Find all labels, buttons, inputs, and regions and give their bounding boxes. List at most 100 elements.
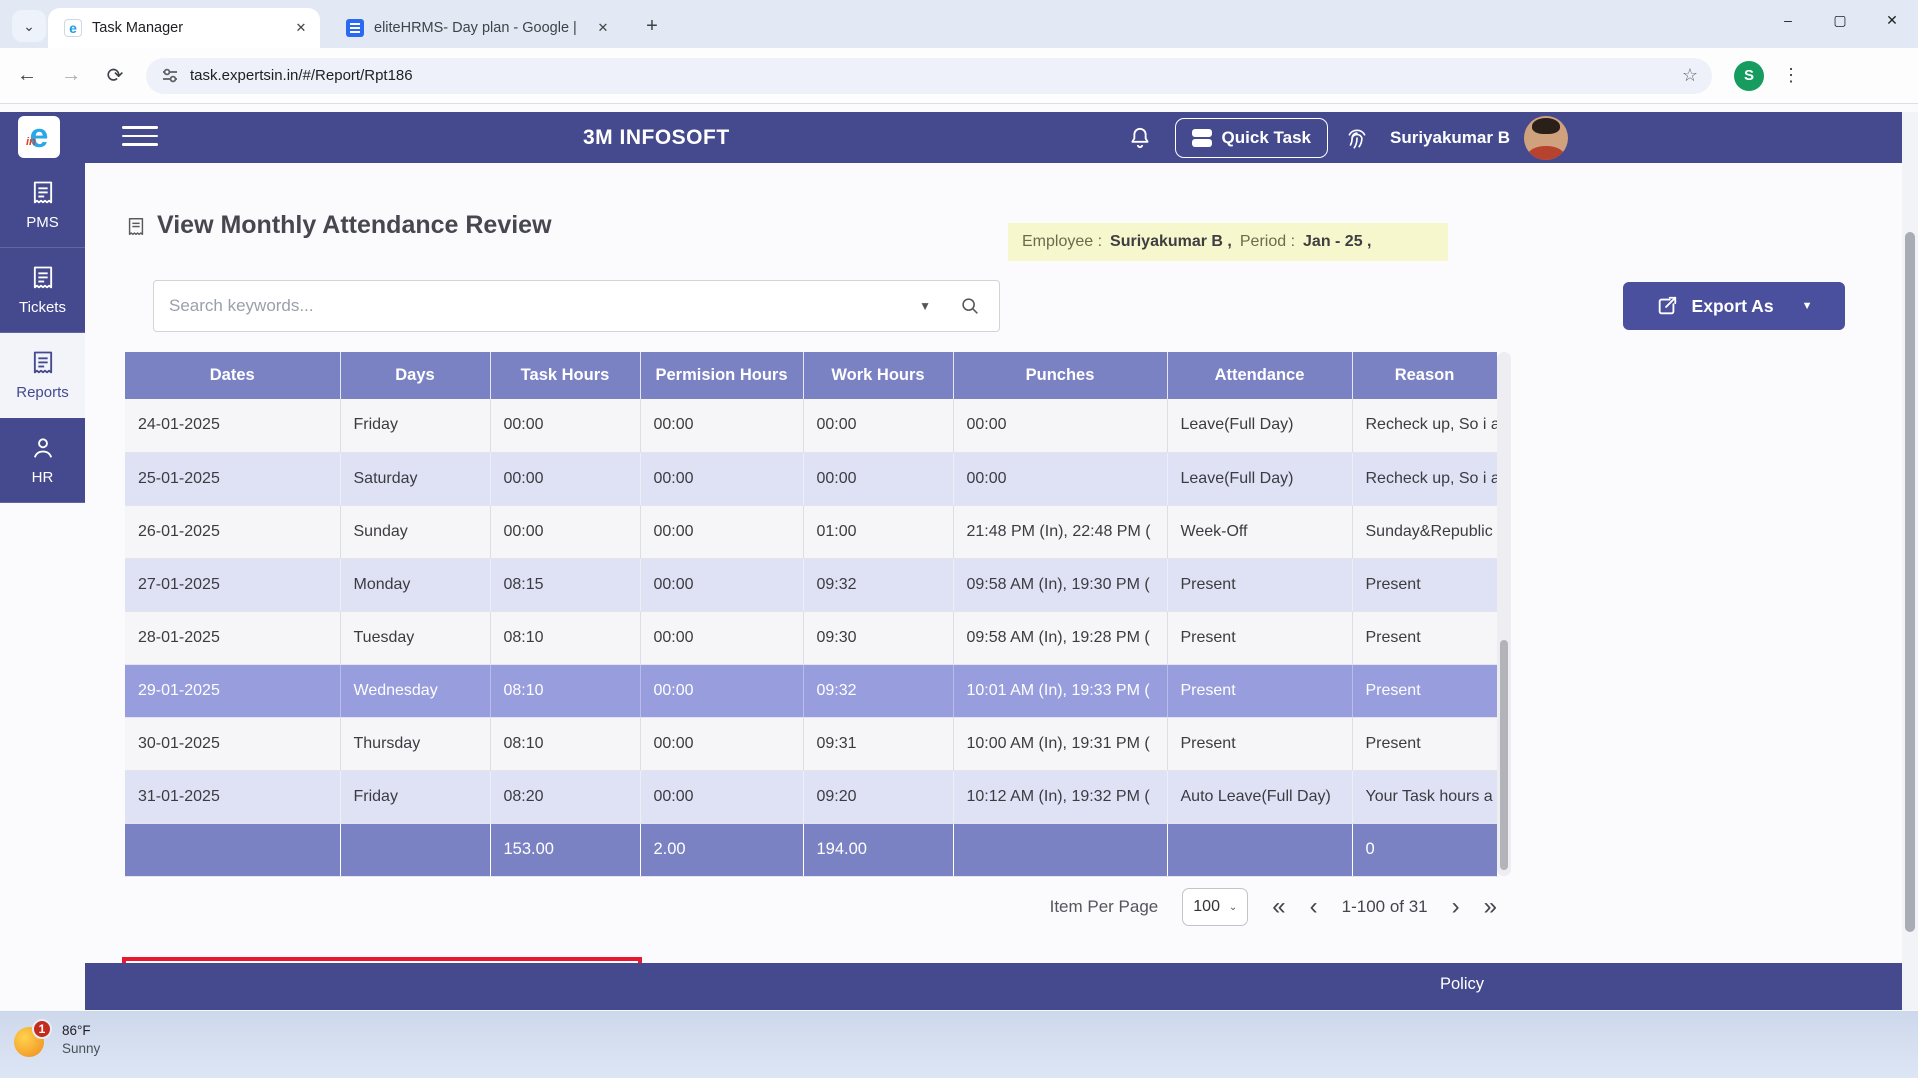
- cell-punches: 00:00: [953, 452, 1167, 505]
- sidebar-item-label: HR: [32, 469, 54, 486]
- logo-in-icon: in: [26, 136, 36, 148]
- tab-title: eliteHRMS- Day plan - Google |: [374, 20, 586, 36]
- attendance-row[interactable]: 29-01-2025Wednesday08:1000:0009:3210:01 …: [125, 664, 1497, 717]
- tab-task-manager[interactable]: e Task Manager ✕: [48, 8, 320, 48]
- user-avatar[interactable]: [1524, 116, 1568, 160]
- policy-link[interactable]: Policy: [1440, 975, 1484, 994]
- total-permission-hours: 2.00: [640, 823, 803, 876]
- cell-days: Sunday: [340, 505, 490, 558]
- search-icon[interactable]: [959, 295, 981, 317]
- cell-permission-hours: 00:00: [640, 611, 803, 664]
- close-button[interactable]: ✕: [1866, 0, 1918, 40]
- notification-count-badge: 1: [32, 1019, 52, 1039]
- minimize-button[interactable]: –: [1762, 0, 1814, 40]
- col-header-dates[interactable]: Dates: [125, 352, 340, 399]
- task-manager-favicon-icon: e: [64, 19, 82, 37]
- col-header-work-hours[interactable]: Work Hours: [803, 352, 953, 399]
- employee-label: Employee :: [1022, 233, 1102, 251]
- sidebar-item-reports[interactable]: Reports: [0, 333, 85, 418]
- back-button[interactable]: ←: [10, 59, 44, 93]
- col-header-reason[interactable]: Reason: [1352, 352, 1497, 399]
- cell-attendance: Present: [1167, 717, 1352, 770]
- cell-attendance: Week-Off: [1167, 505, 1352, 558]
- totals-row: 153.002.00194.000: [125, 823, 1497, 876]
- first-page-button[interactable]: «: [1272, 895, 1285, 919]
- col-header-attendance[interactable]: Attendance: [1167, 352, 1352, 399]
- attendance-row-marked[interactable]: 31-01-2025Friday08:2000:0009:2010:12 AM …: [125, 770, 1497, 823]
- sidebar-item-pms[interactable]: PMS: [0, 163, 85, 248]
- table-scrollbar-thumb[interactable]: [1500, 640, 1508, 870]
- previous-page-button[interactable]: ‹: [1310, 895, 1318, 919]
- cell-permission-hours: 00:00: [640, 558, 803, 611]
- cell-days: Saturday: [340, 452, 490, 505]
- search-dropdown-caret-icon[interactable]: ▼: [919, 299, 931, 313]
- url-text[interactable]: task.expertsin.in/#/Report/Rpt186: [190, 67, 413, 84]
- total-reason: 0: [1352, 823, 1497, 876]
- new-tab-button[interactable]: +: [638, 12, 666, 40]
- period-value: Jan - 25 ,: [1303, 233, 1371, 251]
- sidebar-item-tickets[interactable]: Tickets: [0, 248, 85, 333]
- notifications-bell-icon[interactable]: [1127, 125, 1153, 151]
- next-page-button[interactable]: ›: [1452, 895, 1460, 919]
- windows-taskbar: 1 86°F Sunny S T ⌃ ⟳: [0, 1010, 1918, 1078]
- col-header-task-hours[interactable]: Task Hours: [490, 352, 640, 399]
- cell-attendance: Present: [1167, 611, 1352, 664]
- tab-search-button[interactable]: ⌄: [12, 10, 46, 42]
- attendance-row[interactable]: 27-01-2025Monday08:1500:0009:3209:58 AM …: [125, 558, 1497, 611]
- sidebar-item-hr[interactable]: HR: [0, 418, 85, 503]
- col-header-permission-hours[interactable]: Permision Hours: [640, 352, 803, 399]
- cell-work-hours: 00:00: [803, 399, 953, 452]
- tab-elitehrms[interactable]: eliteHRMS- Day plan - Google | ✕: [330, 8, 622, 48]
- export-as-button[interactable]: Export As ▼: [1623, 282, 1845, 330]
- cell-dates: 28-01-2025: [125, 611, 340, 664]
- address-bar[interactable]: task.expertsin.in/#/Report/Rpt186 ☆: [146, 58, 1712, 94]
- cell-work-hours: 09:32: [803, 558, 953, 611]
- cell-dates: 24-01-2025: [125, 399, 340, 452]
- attendance-row[interactable]: 26-01-2025Sunday00:0000:0001:0021:48 PM …: [125, 505, 1497, 558]
- cell-task-hours: 08:10: [490, 717, 640, 770]
- cell-punches: 10:00 AM (In), 19:31 PM (: [953, 717, 1167, 770]
- employee-period-badge: Employee : Suriyakumar B , Period : Jan …: [1008, 223, 1448, 261]
- search-input[interactable]: [154, 296, 919, 316]
- forward-button[interactable]: →: [54, 59, 88, 93]
- app-logo[interactable]: e in: [18, 116, 60, 158]
- weather-widget[interactable]: 1 86°F Sunny: [14, 1021, 100, 1059]
- browser-toolbar: ← → ⟳ task.expertsin.in/#/Report/Rpt186 …: [0, 48, 1918, 104]
- cell-dates: 30-01-2025: [125, 717, 340, 770]
- maximize-button[interactable]: ▢: [1814, 0, 1866, 40]
- total-work-hours: 194.00: [803, 823, 953, 876]
- col-header-punches[interactable]: Punches: [953, 352, 1167, 399]
- cell-task-hours: 00:00: [490, 399, 640, 452]
- cell-dates: 31-01-2025: [125, 770, 340, 823]
- browser-menu-icon[interactable]: ⋮: [1782, 65, 1800, 86]
- attendance-row[interactable]: 24-01-2025Friday00:0000:0000:0000:00Leav…: [125, 399, 1497, 452]
- attendance-row[interactable]: 28-01-2025Tuesday08:1000:0009:3009:58 AM…: [125, 611, 1497, 664]
- total-attendance: [1167, 823, 1352, 876]
- cell-reason: Recheck up, So i a: [1352, 399, 1497, 452]
- bookmark-star-icon[interactable]: ☆: [1682, 65, 1698, 86]
- tab-close-icon[interactable]: ✕: [292, 19, 310, 37]
- site-info-icon[interactable]: [160, 66, 180, 86]
- cell-punches: 09:58 AM (In), 19:30 PM (: [953, 558, 1167, 611]
- cell-punches: 21:48 PM (In), 22:48 PM (: [953, 505, 1167, 558]
- quick-task-button[interactable]: Quick Task: [1175, 118, 1328, 158]
- fingerprint-icon[interactable]: [1344, 125, 1370, 151]
- weather-condition-label: Sunny: [62, 1040, 100, 1058]
- attendance-row[interactable]: 30-01-2025Thursday08:1000:0009:3110:00 A…: [125, 717, 1497, 770]
- browser-profile-avatar[interactable]: S: [1734, 61, 1764, 91]
- reload-button[interactable]: ⟳: [98, 59, 132, 93]
- last-page-button[interactable]: »: [1484, 895, 1497, 919]
- attendance-row[interactable]: 25-01-2025Saturday00:0000:0000:0000:00Le…: [125, 452, 1497, 505]
- cell-reason: Present: [1352, 558, 1497, 611]
- menu-toggle-icon[interactable]: [122, 126, 158, 148]
- sidebar-item-label: Tickets: [19, 299, 66, 316]
- items-per-page-select[interactable]: 100⌄: [1182, 888, 1248, 926]
- export-icon: [1656, 295, 1678, 317]
- tab-close-icon[interactable]: ✕: [594, 19, 612, 37]
- page-scrollbar-thumb[interactable]: [1905, 232, 1915, 932]
- user-name[interactable]: Suriyakumar B: [1390, 128, 1510, 148]
- company-title: 3M INFOSOFT: [583, 126, 730, 150]
- col-header-days[interactable]: Days: [340, 352, 490, 399]
- table-header-row: Dates Days Task Hours Permision Hours Wo…: [125, 352, 1497, 399]
- cell-dates: 27-01-2025: [125, 558, 340, 611]
